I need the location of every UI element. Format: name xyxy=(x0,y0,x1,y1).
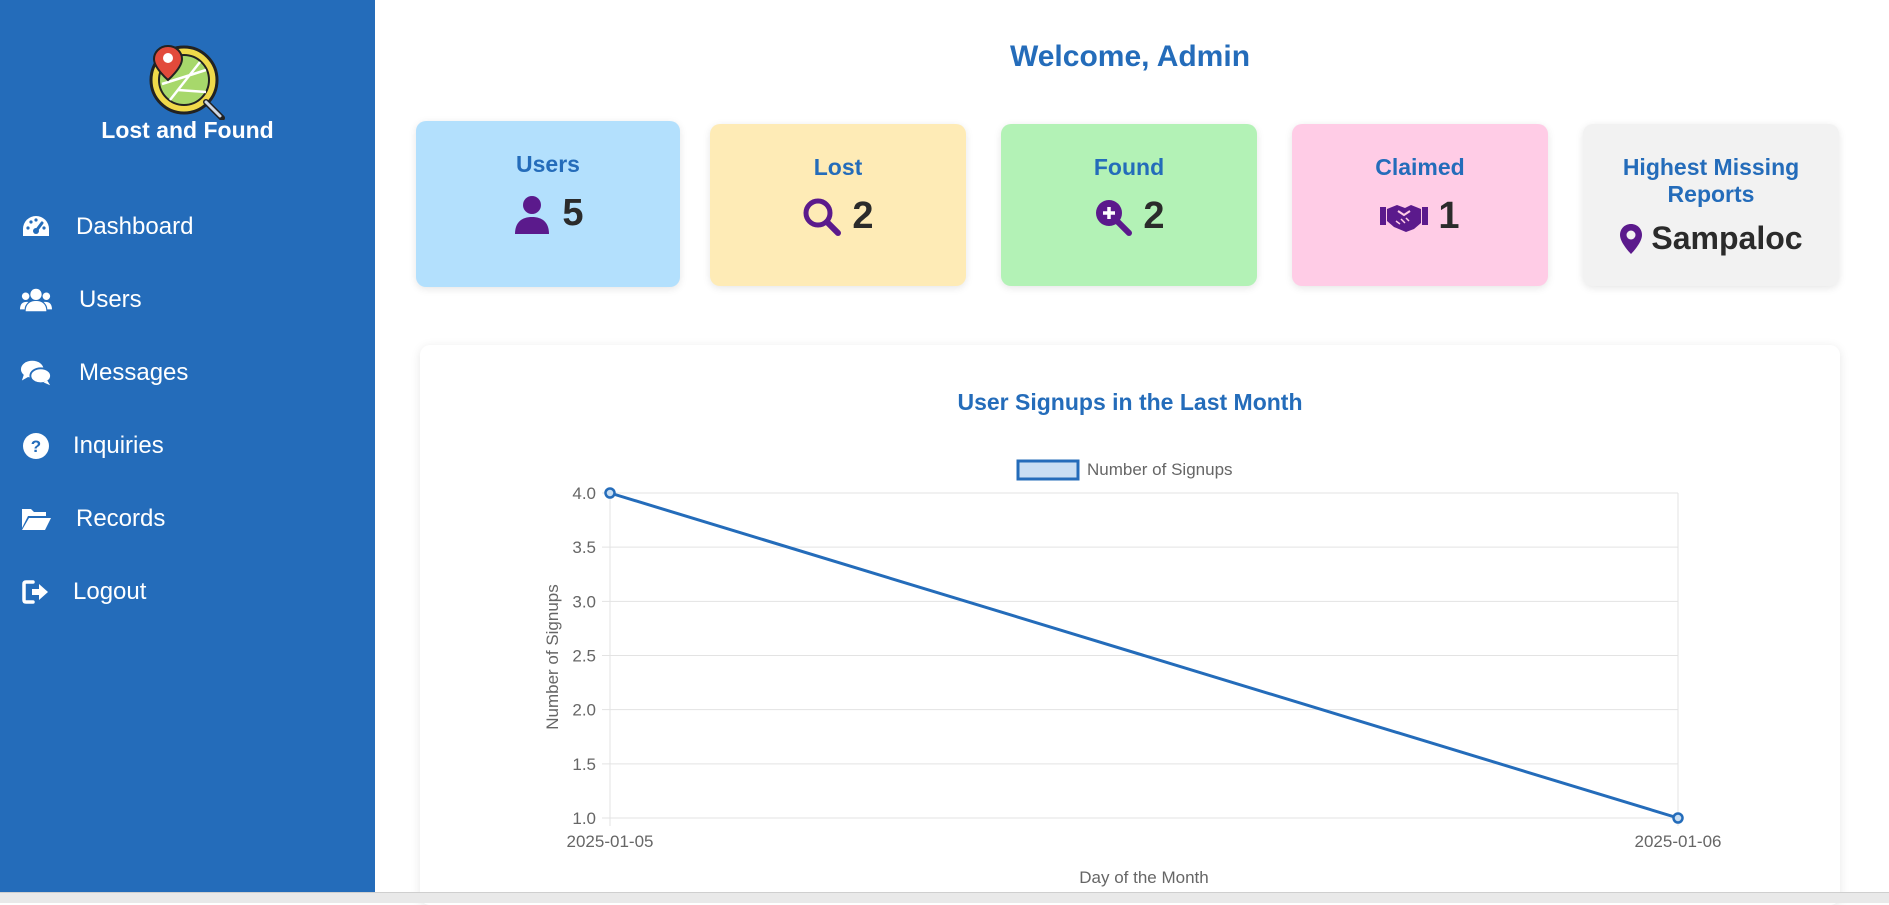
card-title: Users xyxy=(516,151,580,177)
sidebar-item-label: Messages xyxy=(79,359,189,386)
search-plus-icon xyxy=(1096,199,1133,236)
dashboard-gauge-icon xyxy=(20,211,52,243)
y-tick-label: 1.0 xyxy=(572,809,596,828)
logo xyxy=(0,40,375,125)
card-value: 2 xyxy=(1143,195,1165,237)
card-title: Lost xyxy=(813,154,863,180)
folder-open-icon xyxy=(20,503,52,535)
y-tick-label: 2.0 xyxy=(572,701,596,720)
legend-label: Number of Signups xyxy=(1087,460,1233,479)
window-bottom-edge xyxy=(0,892,1889,903)
stat-card-highest-missing[interactable]: Highest Missing Reports Sampaloc xyxy=(1583,124,1839,286)
y-tick-label: 2.5 xyxy=(572,647,596,666)
y-tick-label: 4.0 xyxy=(572,484,596,503)
y-axis-label: Number of Signups xyxy=(543,584,562,730)
welcome-heading: Welcome, Admin xyxy=(1009,40,1251,73)
card-value: 1 xyxy=(1438,195,1460,237)
legend-swatch xyxy=(1016,459,1080,481)
card-value: 5 xyxy=(562,192,584,234)
sidebar-item-users[interactable]: Users xyxy=(0,272,375,328)
sidebar: Lost and Found Dashboard Users Messages … xyxy=(0,0,375,892)
brand-name: Lost and Found xyxy=(101,117,274,143)
sidebar-item-logout[interactable]: Logout xyxy=(0,564,375,620)
data-point[interactable] xyxy=(604,487,616,499)
y-tick-label: 1.5 xyxy=(572,755,596,774)
stat-card-found[interactable]: Found 2 xyxy=(1001,124,1257,286)
x-axis-label: Day of the Month xyxy=(1079,868,1208,887)
x-tick-label: 2025-01-06 xyxy=(1635,832,1722,851)
y-tick-label: 3.0 xyxy=(572,592,596,611)
card-title: Claimed xyxy=(1375,154,1465,180)
question-circle-icon: ? xyxy=(20,430,52,462)
sidebar-item-inquiries[interactable]: ? Inquiries xyxy=(0,418,375,474)
handshake-icon xyxy=(1380,204,1429,232)
user-icon xyxy=(515,195,550,234)
chart-legend[interactable]: Number of Signups xyxy=(1016,459,1233,481)
users-group-icon xyxy=(20,284,52,316)
sidebar-item-records[interactable]: Records xyxy=(0,491,375,547)
sidebar-item-label: Users xyxy=(79,286,142,313)
y-tick-label: 3.5 xyxy=(572,538,596,557)
svg-text:?: ? xyxy=(31,437,41,456)
signup-line-chart: Number of Signups 1.01.52.02.53.03.54.0 … xyxy=(543,459,1722,887)
card-title: Highest Missing Reports xyxy=(1622,154,1800,207)
search-icon xyxy=(803,198,842,236)
x-tick-label: 2025-01-05 xyxy=(567,832,654,851)
stat-card-users[interactable]: Users 5 xyxy=(416,121,680,287)
signup-chart-card: User Signups in the Last Month Number of… xyxy=(420,345,1840,905)
sidebar-item-messages[interactable]: Messages xyxy=(0,345,375,401)
card-value: Sampaloc xyxy=(1651,220,1803,256)
card-title: Found xyxy=(1093,154,1165,180)
data-point[interactable] xyxy=(1672,812,1684,824)
sidebar-item-label: Inquiries xyxy=(73,432,164,459)
sidebar-item-label: Records xyxy=(76,505,166,532)
card-value: 2 xyxy=(852,195,874,237)
stat-card-lost[interactable]: Lost 2 xyxy=(710,124,966,286)
sidebar-item-label: Dashboard xyxy=(76,213,194,240)
lost-found-logo-icon xyxy=(149,44,225,120)
stat-card-claimed[interactable]: Claimed 1 xyxy=(1292,124,1548,286)
sign-out-icon xyxy=(20,576,52,608)
sidebar-item-label: Logout xyxy=(73,578,147,605)
chat-bubbles-icon xyxy=(20,357,52,389)
map-pin-icon xyxy=(1620,223,1643,254)
sidebar-item-dashboard[interactable]: Dashboard xyxy=(0,199,375,255)
